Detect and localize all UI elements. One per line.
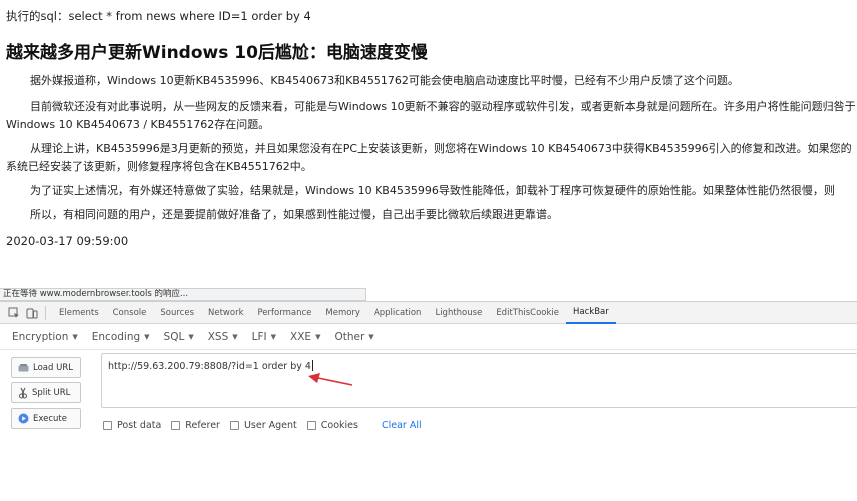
tab-network[interactable]: Network <box>201 302 251 324</box>
publish-date: 2020-03-17 09:59:00 <box>6 234 129 248</box>
menu-sql[interactable]: SQL ▼ <box>164 331 194 343</box>
option-label: Cookies <box>320 420 358 431</box>
caret-down-icon: ▼ <box>315 332 321 341</box>
hackbar-menu-bar: Encryption ▼ Encoding ▼ SQL ▼ XSS ▼ LFI ▼ XXE… <box>0 324 857 350</box>
inspect-icon[interactable] <box>6 305 22 321</box>
menu-label: Encryption <box>12 330 69 343</box>
cookies-checkbox[interactable]: Cookies <box>306 420 358 431</box>
tab-editthiscookie[interactable]: EditThisCookie <box>489 302 566 324</box>
menu-xxe[interactable]: XXE ▼ <box>290 331 320 343</box>
load-url-icon <box>18 363 29 371</box>
caret-down-icon: ▼ <box>144 332 150 341</box>
play-icon <box>18 413 29 424</box>
checkbox-box <box>171 421 181 430</box>
web-page: 执行的sql：select * from news where ID=1 ord… <box>0 0 857 288</box>
caret-down-icon: ▼ <box>232 332 238 341</box>
browser-status-bar: 正在等待 www.modernbrowser.tools 的响应... <box>0 288 366 301</box>
scissors-icon <box>19 387 27 398</box>
menu-label: XXE <box>290 330 312 343</box>
checkbox-box <box>103 421 112 430</box>
hackbar-body: Load URL Split URL Execute http://59.63.… <box>0 350 857 500</box>
button-label: Load URL <box>33 362 73 373</box>
url-textarea[interactable]: http://59.63.200.79:8808/?id=1 order by … <box>101 353 857 408</box>
option-label: Referer <box>185 420 220 431</box>
button-label: Execute <box>33 413 67 424</box>
tab-sources[interactable]: Sources <box>153 302 201 324</box>
clear-all-link[interactable]: Clear All <box>382 420 422 431</box>
tab-console[interactable]: Console <box>106 302 154 324</box>
text-cursor <box>311 360 313 371</box>
hackbar-options: Post data Referer User Agent Cookies Cle… <box>103 420 422 431</box>
executed-sql-line: 执行的sql：select * from news where ID=1 ord… <box>6 9 311 23</box>
menu-label: Encoding <box>91 330 141 343</box>
execute-button[interactable]: Execute <box>11 408 81 429</box>
menu-encryption[interactable]: Encryption ▼ <box>12 331 78 343</box>
checkbox-box <box>229 421 239 430</box>
device-toolbar-icon[interactable] <box>24 305 40 321</box>
menu-xss[interactable]: XSS ▼ <box>208 331 238 343</box>
article-paragraph: 从理论上讲，KB4535996是3月更新的预览，并且如果您没有在PC上安装该更新… <box>6 142 852 173</box>
menu-encoding[interactable]: Encoding ▼ <box>92 331 150 343</box>
tab-elements[interactable]: Elements <box>52 302 106 324</box>
checkbox-box <box>306 421 316 430</box>
article-paragraph: 为了证实上述情况，有外媒还特意做了实验，结果就是，Windows 10 KB45… <box>30 184 835 197</box>
tab-performance[interactable]: Performance <box>251 302 319 324</box>
article-title: 越来越多用户更新Windows 10后尴尬：电脑速度变慢 <box>6 43 428 63</box>
menu-label: LFI <box>251 330 267 343</box>
url-text: http://59.63.200.79:8808/?id=1 order by … <box>108 361 311 372</box>
article-paragraph: 所以，有相同问题的用户，还是要提前做好准备了，如果感到性能过慢，自己出手要比微软… <box>30 208 558 221</box>
button-label: Split URL <box>32 387 71 398</box>
tab-lighthouse[interactable]: Lighthouse <box>428 302 489 324</box>
caret-down-icon: ▼ <box>270 332 277 341</box>
caret-down-icon: ▼ <box>188 332 194 341</box>
toolbar-divider <box>45 305 46 320</box>
tab-hackbar[interactable]: HackBar <box>566 302 616 324</box>
devtools-panel: Elements Console Sources Network Perform… <box>0 301 857 501</box>
article-paragraph: 目前微软还没有对此事说明，从一些网友的反馈来看，可能是与Windows 10更新… <box>6 100 856 131</box>
split-url-button[interactable]: Split URL <box>11 382 81 403</box>
load-url-button[interactable]: Load URL <box>11 357 81 378</box>
devtools-tab-bar: Elements Console Sources Network Perform… <box>0 302 857 324</box>
user-agent-checkbox[interactable]: User Agent <box>229 420 297 431</box>
referer-checkbox[interactable]: Referer <box>171 420 220 431</box>
option-label: User Agent <box>243 420 297 431</box>
tab-memory[interactable]: Memory <box>318 302 367 324</box>
option-label: Post data <box>117 420 162 431</box>
article-paragraph: 据外媒报道称，Windows 10更新KB4535996、KB4540673和K… <box>30 74 739 87</box>
menu-label: XSS <box>207 330 229 343</box>
tab-application[interactable]: Application <box>367 302 429 324</box>
post-data-checkbox[interactable]: Post data <box>103 420 161 431</box>
caret-down-icon: ▼ <box>72 332 78 341</box>
caret-down-icon: ▼ <box>368 332 374 341</box>
menu-lfi[interactable]: LFI ▼ <box>252 331 276 343</box>
menu-label: SQL <box>163 330 185 343</box>
menu-label: Other <box>334 330 365 343</box>
menu-other[interactable]: Other ▼ <box>334 331 373 343</box>
